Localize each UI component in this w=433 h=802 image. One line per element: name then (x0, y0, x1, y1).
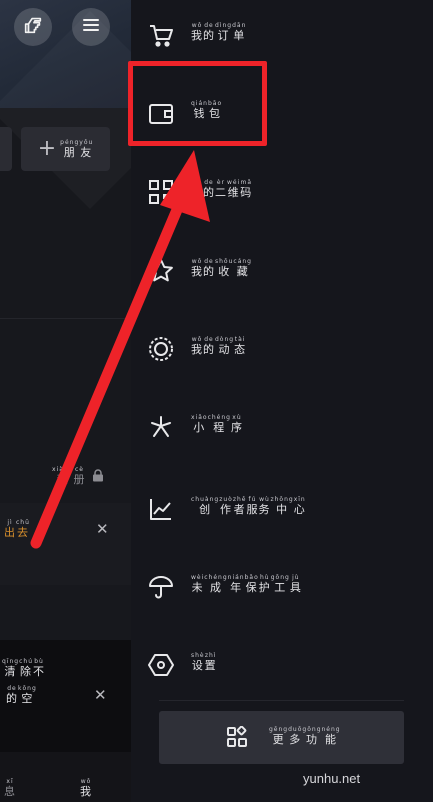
menu-item-label: 我wǒ的de动dòng态tài (191, 336, 247, 356)
divider (159, 700, 404, 701)
menu-item-label: 我wǒ的de二èr维wéi码mǎ (191, 179, 253, 199)
divider (0, 318, 131, 319)
menu-item-moments[interactable]: 我wǒ的de动dòng态tài (131, 314, 433, 390)
menu-item-label: 我wǒ的de订dìng单dān (191, 22, 247, 42)
cleanup-tip-line1: 清qīng除chú不bù (2, 658, 45, 678)
add-friend-label: 朋péng友yǒu (60, 138, 94, 159)
umbrella-icon (148, 574, 174, 600)
menu-item-minor-protection[interactable]: 未wèi成chéng年nián保bǎo护hù工gōng具jù (131, 552, 433, 628)
menu-item-creator-center[interactable]: 创chuàng作zuò者zhě服fú务wù中zhōng心xīn (131, 472, 433, 548)
tab-me[interactable]: 我wǒ (80, 778, 92, 799)
tip-label: 出jì去chū (4, 519, 30, 539)
star-icon (148, 258, 174, 284)
menu-item-label: 小xiǎo程chéng序xù (191, 414, 243, 434)
background-profile-page: + 朋péng友yǒu 私xiàng册cè 出jì去chū ✕ 清qīng除ch… (0, 0, 131, 802)
cleanup-tip-card: 清qīng除chú不bù 的de空kōng ✕ (0, 640, 131, 752)
lock-icon (92, 467, 104, 486)
highlight-box (128, 61, 267, 146)
private-album-row[interactable]: 私xiàng册cè (52, 466, 104, 487)
mini-program-icon (148, 414, 174, 440)
grid-apps-icon (226, 725, 248, 748)
cart-icon (148, 22, 174, 48)
menu-item-qr-code[interactable]: 我wǒ的de二èr维wéi码mǎ (131, 155, 433, 231)
tab-messages[interactable]: 息xī (4, 778, 16, 799)
add-friend-button[interactable]: + 朋péng友yǒu (21, 127, 110, 171)
tip-banner: 出jì去chū ✕ (0, 503, 131, 585)
menu-item-label: 我wǒ的de收shōu藏cáng (191, 258, 252, 278)
cleanup-tip-line2: 的de空kōng (6, 685, 37, 705)
menu-item-label: 未wèi成chéng年nián保bǎo护hù工gōng具jù (191, 574, 302, 594)
friend-row: + 朋péng友yǒu (0, 127, 131, 171)
more-features-label: 更gēng多duō功gōng能néng (269, 726, 341, 746)
settings-hexagon-icon (148, 652, 174, 678)
pointing-hand-icon (22, 14, 44, 40)
menu-item-settings[interactable]: 设shè置zhì (131, 630, 433, 706)
menu-button[interactable] (72, 8, 110, 46)
bottom-tab-bar: 息xī 我wǒ (0, 752, 131, 802)
qr-code-icon (148, 179, 174, 205)
creator-chart-icon (148, 496, 174, 522)
menu-item-label: 创chuàng作zuò者zhě服fú务wù中zhōng心xīn (191, 496, 306, 516)
menu-item-mini-programs[interactable]: 小xiǎo程chéng序xù (131, 392, 433, 468)
private-album-label: 私xiàng册cè (52, 466, 86, 486)
moments-icon (148, 336, 174, 362)
plus-icon: + (37, 136, 57, 161)
hamburger-menu-icon (82, 17, 100, 37)
watermark-text: yunhu.net (303, 771, 361, 786)
menu-item-label: 设shè置zhì (191, 652, 217, 672)
more-features-button[interactable]: 更gēng多duō功gōng能néng (159, 711, 404, 764)
menu-item-favorites[interactable]: 我wǒ的de收shōu藏cáng (131, 234, 433, 310)
close-icon[interactable]: ✕ (96, 520, 109, 538)
hand-button[interactable] (14, 8, 52, 46)
close-icon[interactable]: ✕ (94, 686, 107, 704)
partial-button[interactable] (0, 127, 12, 171)
